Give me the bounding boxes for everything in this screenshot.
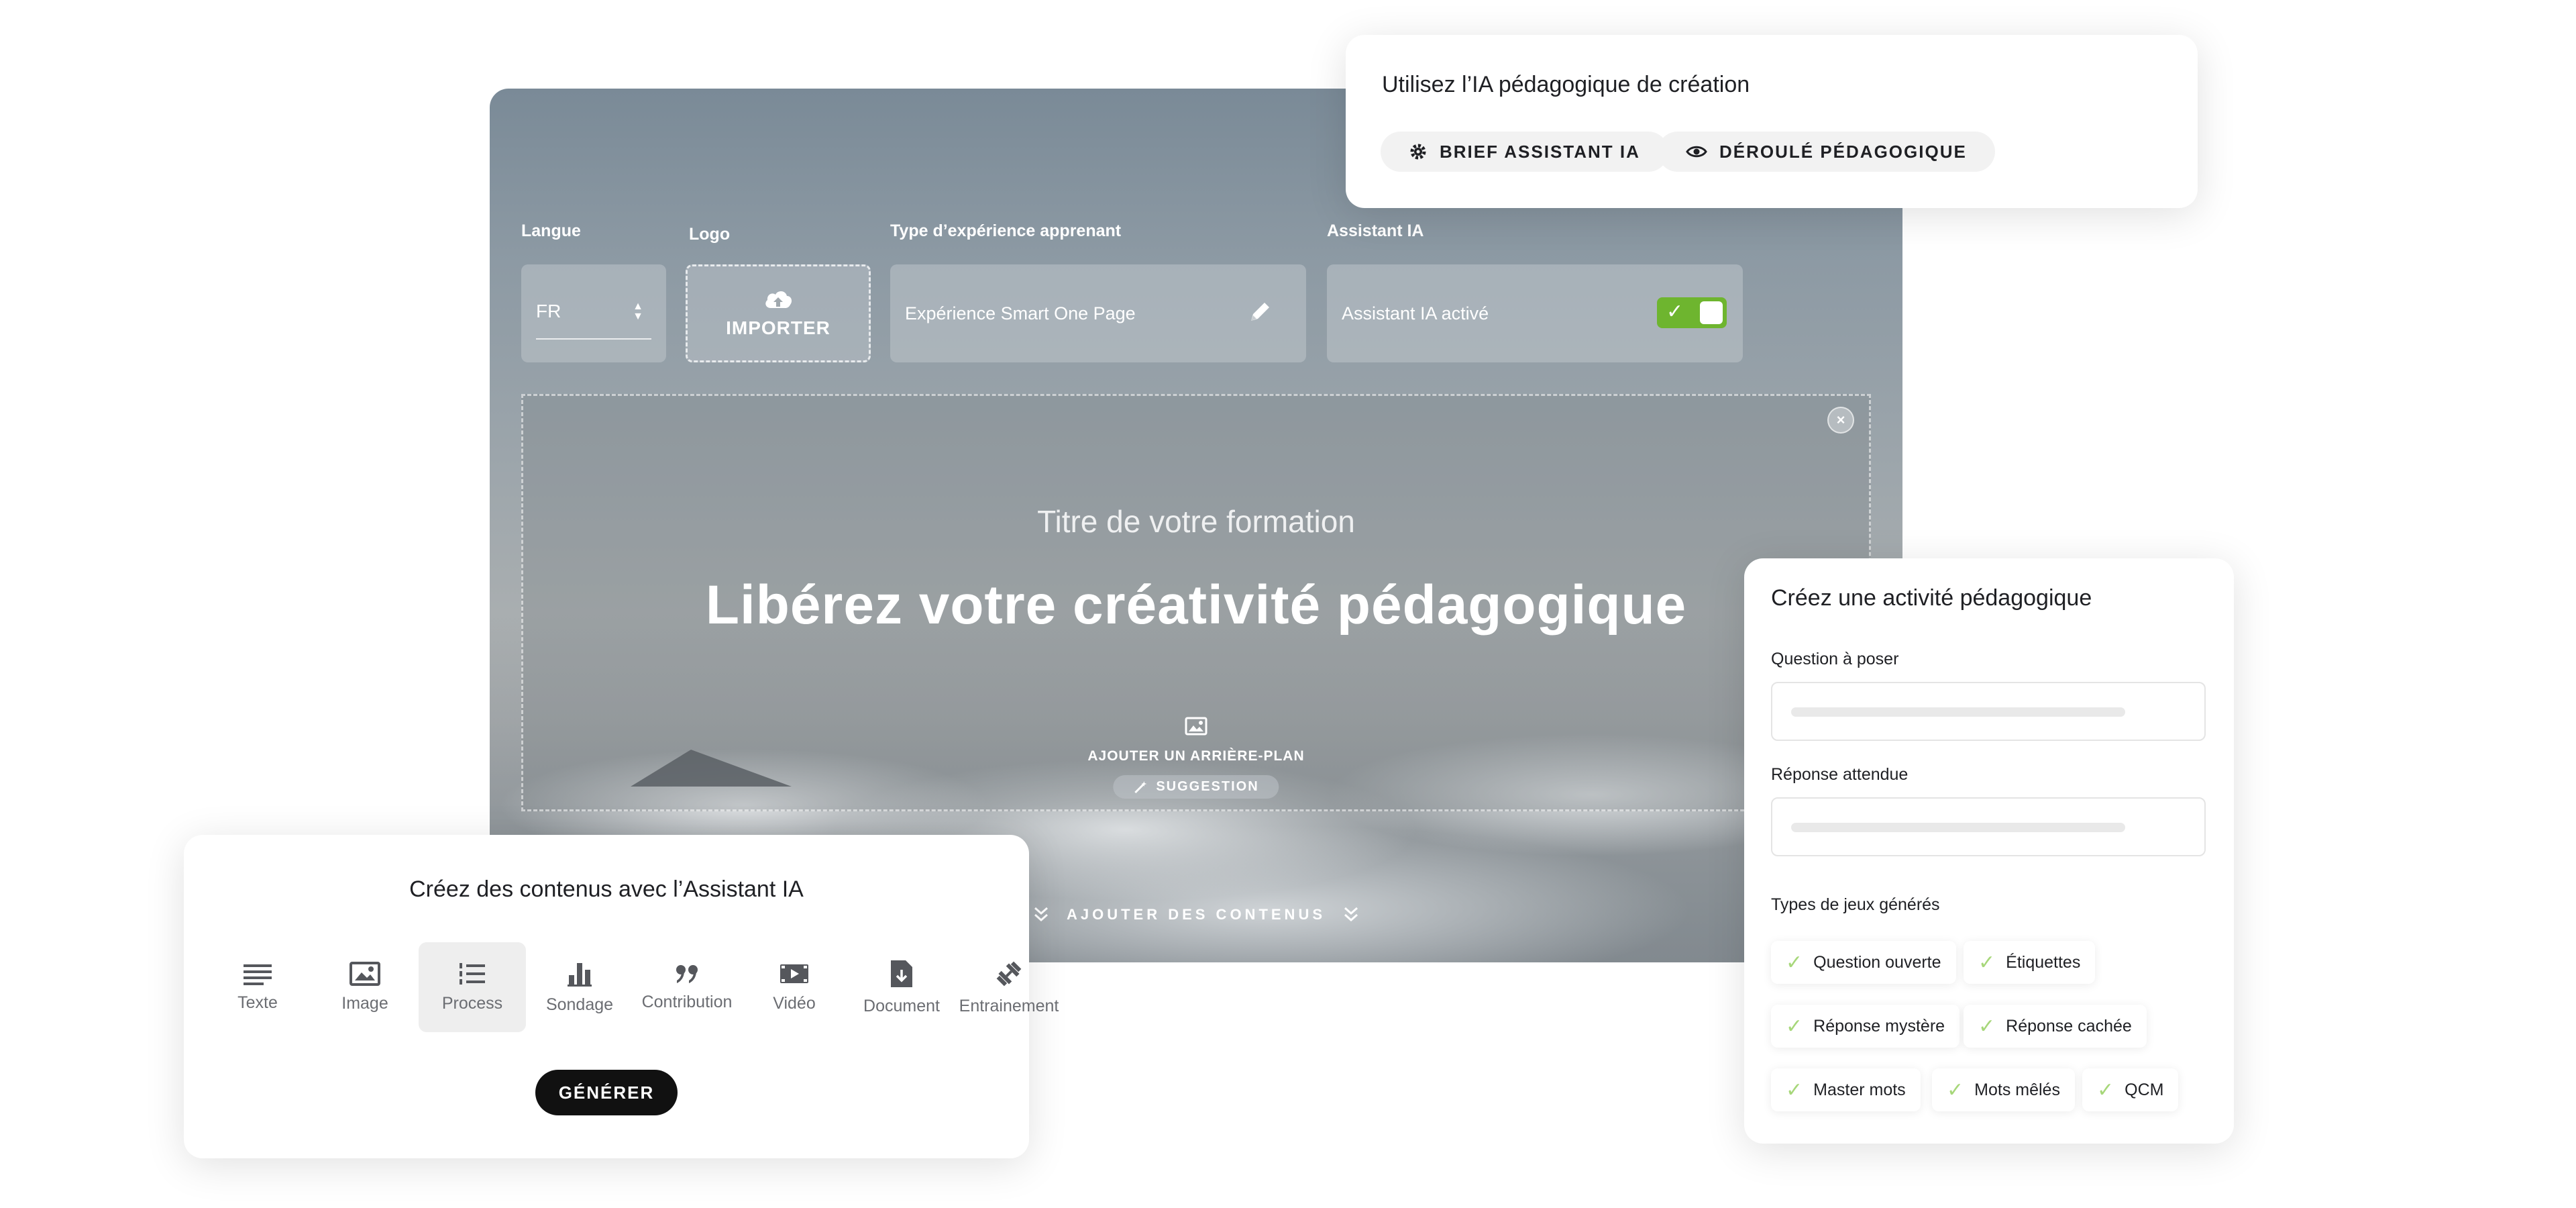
type-experience-label: Type d’expérience apprenant (890, 221, 1122, 240)
question-label: Question à poser (1771, 650, 1899, 668)
game-chip-label: Réponse cachée (2006, 1016, 2132, 1036)
language-value: FR (536, 301, 561, 321)
deroule-pedagogique-button[interactable]: DÉROULÉ PÉDAGOGIQUE (1658, 132, 1995, 172)
gear-icon (1410, 144, 1426, 160)
language-select[interactable]: FR ▲ ▼ (521, 264, 666, 362)
tool-entrainement[interactable]: Entrainement (955, 942, 1063, 1032)
check-icon: ✓ (1786, 1015, 1803, 1038)
logo-label: Logo (689, 225, 731, 244)
activity-card-title: Créez une activité pédagogique (1771, 585, 2092, 611)
brief-assistant-label: BRIEF ASSISTANT IA (1440, 141, 1640, 162)
assistant-ia-field: Assistant IA activé ✓ (1327, 264, 1743, 362)
game-chip[interactable]: ✓ QCM (2082, 1068, 2179, 1111)
select-underline (536, 338, 651, 340)
check-icon: ✓ (1666, 301, 1684, 323)
answer-input[interactable] (1771, 797, 2206, 856)
course-title[interactable]: Libérez votre créativité pédagogique (523, 574, 1869, 637)
experience-type-field[interactable]: Expérience Smart One Page (890, 264, 1306, 362)
tool-video[interactable]: Vidéo (741, 942, 848, 1032)
tool-sondage[interactable]: Sondage (526, 942, 633, 1032)
game-chip[interactable]: ✓ Mots mêlés (1932, 1068, 2075, 1111)
double-chevron-down-icon (1034, 907, 1048, 922)
document-download-icon (891, 960, 912, 987)
game-chip-label: Master mots (1813, 1080, 1906, 1099)
input-placeholder-bar (1791, 823, 2125, 832)
logo-import-button[interactable]: IMPORTER (686, 264, 871, 362)
check-icon: ✓ (1786, 1078, 1803, 1101)
assistant-ia-toggle[interactable]: ✓ (1657, 297, 1727, 328)
tool-label: Entrainement (959, 996, 1059, 1015)
dumbbell-icon (996, 961, 1022, 986)
tool-document[interactable]: Document (848, 942, 955, 1032)
tool-label: Sondage (545, 995, 614, 1014)
eye-icon (1686, 146, 1707, 158)
bar-chart-icon (568, 962, 592, 987)
ia-pedagogique-card: Utilisez l’IA pédagogique de création BR… (1346, 35, 2198, 208)
tool-label: Contribution (641, 992, 733, 1011)
check-icon: ✓ (1978, 951, 1996, 974)
games-label: Types de jeux générés (1771, 895, 1940, 914)
tool-image[interactable]: Image (311, 942, 419, 1032)
assistant-ia-label: Assistant IA (1327, 221, 1424, 240)
activity-card: Créez une activité pédagogique Question … (1744, 558, 2234, 1144)
deroule-pedagogique-label: DÉROULÉ PÉDAGOGIQUE (1719, 141, 1967, 162)
suggestion-button[interactable]: SUGGESTION (1113, 775, 1279, 799)
text-lines-icon (244, 964, 272, 985)
content-card-title: Créez des contenus avec l’Assistant IA (409, 876, 804, 902)
tool-label: Image (341, 993, 388, 1013)
cloud-upload-icon (765, 291, 792, 308)
select-arrows-icon: ▲ ▼ (633, 301, 643, 322)
numbered-list-icon (460, 962, 485, 985)
game-chip-label: Mots mêlés (1974, 1080, 2060, 1099)
brief-assistant-button[interactable]: BRIEF ASSISTANT IA (1381, 132, 1668, 172)
video-icon (780, 964, 808, 983)
logo-import-label: IMPORTER (726, 317, 830, 338)
game-chip-label: Réponse mystère (1813, 1016, 1945, 1036)
game-chip[interactable]: ✓ Réponse cachée (1964, 1005, 2147, 1048)
tool-texte[interactable]: Texte (204, 942, 311, 1032)
image-add-icon[interactable] (523, 717, 1869, 739)
wand-icon (1134, 781, 1147, 793)
game-chip[interactable]: ✓ Master mots (1771, 1068, 1921, 1111)
suggestion-label: SUGGESTION (1156, 779, 1259, 794)
content-tools: Texte Image Process Sondage Contribution… (204, 942, 1063, 1032)
tool-process[interactable]: Process (419, 942, 526, 1032)
hero-section[interactable]: × Titre de votre formation Libérez votre… (521, 394, 1871, 811)
add-background-button[interactable]: AJOUTER UN ARRIÈRE-PLAN (523, 748, 1869, 764)
tool-contribution[interactable]: Contribution (633, 942, 741, 1032)
question-input[interactable] (1771, 682, 2206, 741)
ia-card-title: Utilisez l’IA pédagogique de création (1382, 72, 1750, 97)
image-icon (350, 961, 380, 986)
tool-label: Process (441, 993, 503, 1013)
assistant-ia-value: Assistant IA activé (1342, 303, 1489, 323)
input-placeholder-bar (1791, 707, 2125, 717)
pencil-icon[interactable] (1247, 298, 1274, 325)
double-chevron-down-icon (1344, 907, 1358, 922)
close-icon[interactable]: × (1827, 407, 1854, 434)
check-icon: ✓ (2097, 1078, 2114, 1101)
ai-content-card: Créez des contenus avec l’Assistant IA T… (184, 835, 1059, 1158)
check-icon: ✓ (1978, 1015, 1996, 1038)
course-subtitle[interactable]: Titre de votre formation (523, 503, 1869, 540)
game-chip[interactable]: ✓ Étiquettes (1964, 941, 2096, 984)
tool-label: Vidéo (773, 993, 816, 1013)
langue-label: Langue (521, 221, 581, 240)
experience-type-value: Expérience Smart One Page (905, 303, 1136, 323)
game-chip[interactable]: ✓ Réponse mystère (1771, 1005, 1960, 1048)
answer-label: Réponse attendue (1771, 765, 1909, 784)
game-chip-label: QCM (2125, 1080, 2164, 1099)
game-chip[interactable]: ✓ Question ouverte (1771, 941, 1956, 984)
generate-button[interactable]: GÉNÉRER (535, 1070, 678, 1115)
game-chip-label: Étiquettes (2006, 952, 2081, 972)
quote-icon (676, 964, 698, 983)
toggle-knob (1700, 301, 1723, 324)
tool-label: Document (863, 996, 940, 1015)
check-icon: ✓ (1947, 1078, 1964, 1101)
game-chip-label: Question ouverte (1813, 952, 1941, 972)
course-editor-window: Langue Logo Type d’expérience apprenant … (490, 89, 1902, 962)
check-icon: ✓ (1786, 951, 1803, 974)
add-content-label: AJOUTER DES CONTENUS (1066, 906, 1326, 923)
tool-label: Texte (237, 993, 278, 1012)
